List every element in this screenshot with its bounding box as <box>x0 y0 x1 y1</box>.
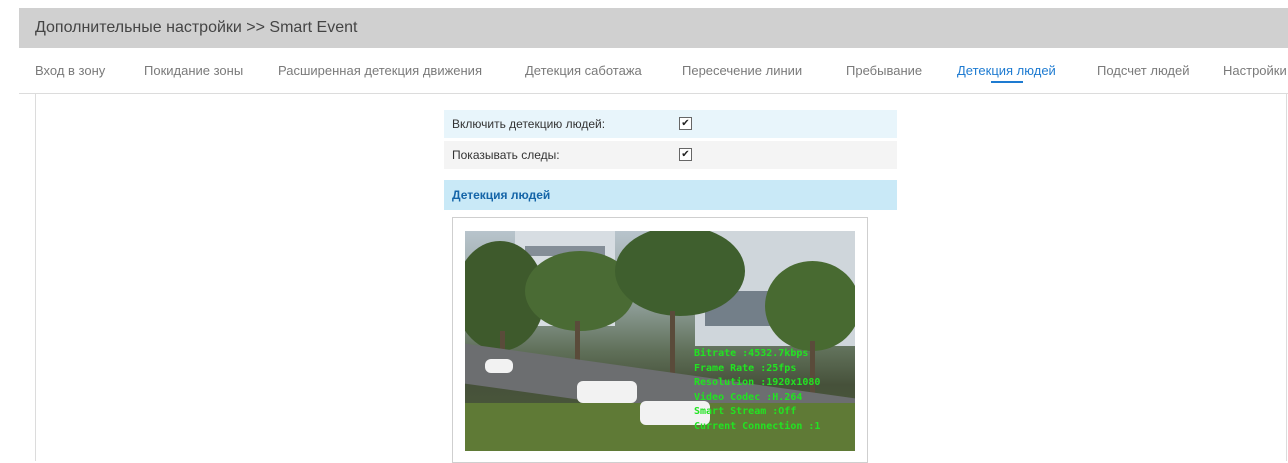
enable-detection-checkbox[interactable]: ✔ <box>679 117 692 130</box>
tab-zone-exit[interactable]: Покидание зоны <box>144 63 243 78</box>
osd-current-connection: Current Connection :1 <box>694 420 821 432</box>
car <box>577 381 637 403</box>
tab-advanced-motion[interactable]: Расширенная детекция движения <box>278 63 482 78</box>
osd-bitrate: Bitrate :4532.7kbps <box>694 348 809 359</box>
show-trails-checkbox[interactable]: ✔ <box>679 148 692 161</box>
tree <box>765 261 855 351</box>
tab-people-counting[interactable]: Подсчет людей <box>1097 63 1190 78</box>
live-video-preview[interactable]: Bitrate :4532.7kbps Frame Rate :25fps Re… <box>465 231 855 451</box>
tab-zone-entry[interactable]: Вход в зону <box>35 63 105 78</box>
osd-frame-rate: Frame Rate :25fps <box>694 362 797 374</box>
osd-video-codec: Video Codec :H.264 <box>694 391 803 403</box>
tab-line-crossing[interactable]: Пересечение линии <box>682 63 802 78</box>
section-title: Детекция людей <box>452 188 551 202</box>
tab-human-detection[interactable]: Детекция людей <box>957 63 1056 78</box>
event-tabs: Вход в зону Покидание зоны Расширенная д… <box>0 48 1288 94</box>
car <box>485 359 513 373</box>
show-trails-row: Показывать следы: ✔ <box>444 141 897 169</box>
active-tab-indicator <box>991 81 1023 83</box>
tab-settings[interactable]: Настройки <box>1223 63 1287 78</box>
section-header: Детекция людей <box>444 180 897 210</box>
enable-detection-label: Включить детекцию людей: <box>452 117 606 131</box>
tab-tamper-detection[interactable]: Детекция саботажа <box>525 63 642 78</box>
osd-resolution: Resolution :1920x1080 <box>694 377 821 388</box>
video-osd-overlay: Bitrate :4532.7kbps Frame Rate :25fps Re… <box>694 347 820 434</box>
enable-detection-row: Включить детекцию людей: ✔ <box>444 110 897 138</box>
page-title: Дополнительные настройки >> Smart Event <box>35 19 358 36</box>
page-header: Дополнительные настройки >> Smart Event <box>19 8 1288 48</box>
show-trails-label: Показывать следы: <box>452 148 560 162</box>
osd-smart-stream: Smart Stream :Off <box>694 406 797 417</box>
tab-loitering[interactable]: Пребывание <box>846 63 922 78</box>
